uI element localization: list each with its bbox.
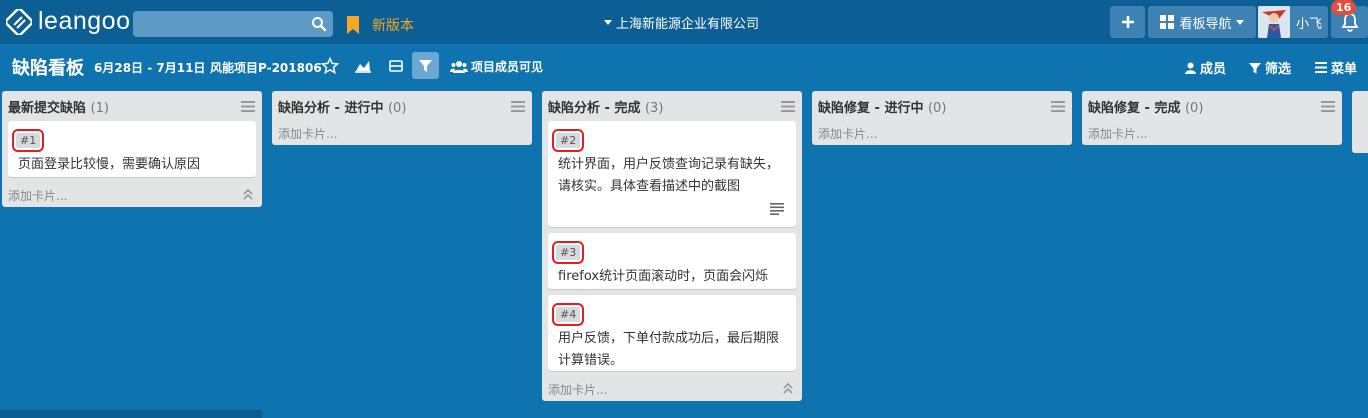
new-version-link[interactable]: 新版本 — [346, 15, 414, 35]
board-header: 缺陷看板 6月28日 - 7月11日 风能项目P-201806 项目成员可见 成… — [0, 46, 1368, 86]
organization-name: 上海新能源企业有限公司 — [616, 17, 760, 32]
list-menu-icon[interactable] — [1051, 101, 1065, 112]
list-menu-icon[interactable] — [511, 101, 525, 112]
user-name: 小飞 — [1296, 16, 1323, 32]
funnel-icon — [419, 60, 432, 72]
add-card-link[interactable]: 添加卡片... — [272, 121, 532, 145]
card[interactable]: #1 页面登录比较慢，需要确认原因 — [8, 121, 256, 177]
visibility-label: 项目成员可见 — [471, 60, 544, 74]
card-title: firefox统计页面滚动时，页面会闪烁 — [558, 269, 769, 284]
filter-label: 筛选 — [1265, 62, 1292, 77]
plus-icon — [1121, 16, 1134, 28]
search-input[interactable] — [133, 11, 333, 37]
list-count: (0) — [927, 101, 947, 116]
list-header[interactable]: 缺陷分析 - 进行中 (0) — [272, 91, 532, 121]
list-title: 缺陷分析 - 完成 — [548, 101, 641, 116]
board-nav-label: 看板导航 — [1179, 16, 1232, 32]
list-header[interactable]: 缺陷修复 - 进行中 (0) — [812, 91, 1072, 121]
add-card-link[interactable]: 添加卡片... — [2, 183, 262, 207]
members-label: 成员 — [1200, 62, 1227, 77]
top-nav: leangoo 新版本 上海新能源企业有限公司 看板导航 小飞 16 — [0, 0, 1368, 44]
notification-badge: 16 — [1331, 0, 1357, 15]
list-title: 最新提交缺陷 — [8, 101, 87, 116]
list-menu-icon[interactable] — [241, 101, 255, 112]
add-card-label: 添加卡片... — [818, 127, 878, 141]
card-title: 用户反馈，下单付款成功后，最后期限计算错误。 — [558, 331, 780, 368]
avatar-image — [1258, 6, 1290, 38]
new-version-label: 新版本 — [372, 18, 414, 34]
card-number-tag: #2 — [551, 129, 585, 152]
double-chevron-up-icon[interactable] — [242, 188, 254, 200]
list-count: (3) — [644, 101, 664, 116]
add-card-link[interactable]: 添加卡片... — [542, 377, 802, 401]
list-title: 缺陷修复 - 完成 — [1088, 101, 1181, 116]
menu-label: 菜单 — [1331, 62, 1358, 77]
filter-button[interactable]: 筛选 — [1249, 58, 1291, 77]
board-nav-button[interactable]: 看板导航 — [1148, 6, 1256, 38]
add-card-label: 添加卡片... — [8, 189, 68, 203]
list-count: (1) — [90, 101, 109, 116]
star-icon[interactable] — [321, 57, 339, 75]
list-menu-icon[interactable] — [1321, 101, 1335, 112]
caret-down-icon — [604, 20, 612, 25]
card[interactable]: #3 firefox统计页面滚动时，页面会闪烁 — [548, 233, 796, 289]
logo-icon — [6, 8, 32, 35]
avatar — [1258, 6, 1290, 38]
funnel-icon — [1249, 62, 1261, 73]
list-count: (0) — [387, 101, 407, 116]
card[interactable]: #4 用户反馈，下单付款成功后，最后期限计算错误。 — [548, 295, 796, 371]
hamburger-icon — [1315, 62, 1327, 73]
list-new-defects: 最新提交缺陷 (1) #1 页面登录比较慢，需要确认原因 添加卡片... — [2, 91, 262, 207]
logo-text: leangoo — [38, 7, 131, 35]
split-view-icon[interactable] — [387, 57, 405, 75]
add-card-link[interactable]: 添加卡片... — [1082, 121, 1342, 145]
double-chevron-up-icon[interactable] — [782, 382, 794, 394]
card-number-tag: #4 — [551, 303, 585, 326]
grid-icon — [1160, 15, 1175, 29]
sprint-date-range[interactable]: 6月28日 - 7月11日 — [94, 59, 205, 76]
list-partial[interactable] — [1352, 91, 1368, 153]
bookmark-icon — [347, 16, 359, 34]
card-title: 页面登录比较慢，需要确认原因 — [18, 157, 201, 172]
search-icon[interactable] — [311, 16, 327, 32]
list-fix-done: 缺陷修复 - 完成 (0) 添加卡片... — [1082, 91, 1342, 145]
list-header[interactable]: 缺陷修复 - 完成 (0) — [1082, 91, 1342, 121]
description-icon — [770, 203, 784, 215]
add-card-label: 添加卡片... — [278, 127, 338, 141]
board-title[interactable]: 缺陷看板 — [12, 54, 84, 80]
chart-icon[interactable] — [354, 57, 372, 75]
add-card-label: 添加卡片... — [548, 383, 608, 397]
list-menu-icon[interactable] — [781, 101, 795, 112]
project-name[interactable]: 风能项目P-201806 — [210, 59, 322, 76]
visibility-setting[interactable]: 项目成员可见 — [450, 58, 543, 75]
menu-button[interactable]: 菜单 — [1315, 58, 1357, 77]
list-count: (0) — [1184, 101, 1204, 116]
user-menu[interactable]: 小飞 — [1258, 6, 1328, 38]
horizontal-scrollbar[interactable] — [0, 410, 262, 418]
list-analysis-done: 缺陷分析 - 完成 (3) #2 统计界面，用户反馈查询记录有缺失，请核实。具体… — [542, 91, 802, 401]
list-header[interactable]: 最新提交缺陷 (1) — [2, 91, 262, 121]
bell-icon — [1341, 13, 1359, 32]
card-number-tag: #1 — [11, 129, 45, 152]
list-header[interactable]: 缺陷分析 - 完成 (3) — [542, 91, 802, 121]
list-title: 缺陷修复 - 进行中 — [818, 101, 924, 116]
list-fix-in-progress: 缺陷修复 - 进行中 (0) 添加卡片... — [812, 91, 1072, 145]
list-title: 缺陷分析 - 进行中 — [278, 101, 384, 116]
card[interactable]: #2 统计界面，用户反馈查询记录有缺失，请核实。具体查看描述中的截图 — [548, 121, 796, 227]
caret-down-icon — [1235, 19, 1244, 25]
card-number-tag: #3 — [551, 241, 585, 264]
add-card-link[interactable]: 添加卡片... — [812, 121, 1072, 145]
logo[interactable]: leangoo — [6, 7, 130, 36]
card-title: 统计界面，用户反馈查询记录有缺失，请核实。具体查看描述中的截图 — [558, 157, 780, 194]
filter-toggle-button[interactable] — [412, 52, 439, 79]
list-analysis-in-progress: 缺陷分析 - 进行中 (0) 添加卡片... — [272, 91, 532, 145]
add-card-label: 添加卡片... — [1088, 127, 1148, 141]
organization-selector[interactable]: 上海新能源企业有限公司 — [604, 13, 759, 32]
users-icon — [450, 60, 468, 73]
user-icon — [1185, 62, 1196, 74]
members-button[interactable]: 成员 — [1185, 58, 1226, 77]
add-button[interactable] — [1110, 6, 1145, 38]
